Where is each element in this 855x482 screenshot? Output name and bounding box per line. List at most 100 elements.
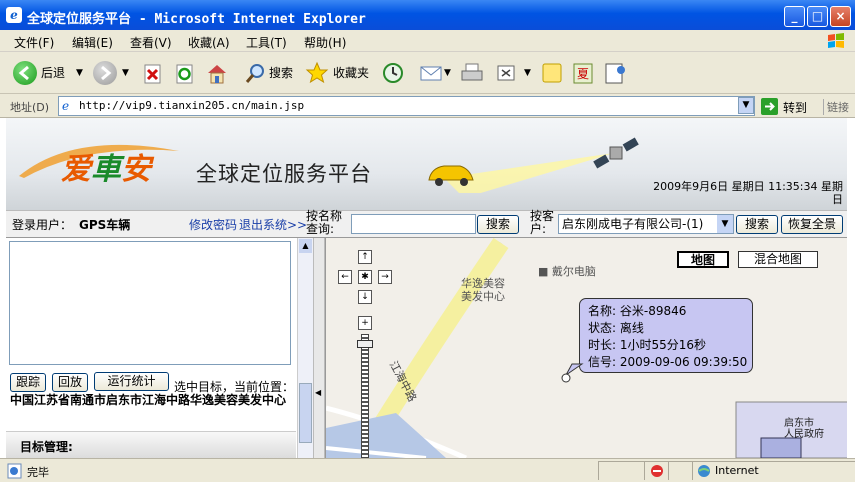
- menu-tools[interactable]: 工具(T): [246, 34, 287, 51]
- pan-down-icon[interactable]: ↓: [358, 290, 372, 304]
- brand-logo: 爱車安: [61, 152, 151, 187]
- search-name-button[interactable]: 搜索: [477, 215, 519, 234]
- research-icon[interactable]: 夏: [571, 61, 595, 85]
- back-arrow-icon[interactable]: [13, 61, 37, 85]
- close-button[interactable]: ×: [830, 6, 851, 27]
- menu-favorites[interactable]: 收藏(A): [188, 34, 230, 51]
- status-bar: 完毕 Internet: [0, 458, 855, 482]
- menu-view[interactable]: 查看(V): [130, 34, 172, 51]
- track-button[interactable]: 跟踪: [10, 373, 46, 392]
- scroll-up-icon[interactable]: ▲: [299, 239, 312, 253]
- favorites-button[interactable]: 收藏夹: [333, 60, 369, 86]
- popup-name: 名称: 谷米-89846: [588, 304, 687, 318]
- search-name-input[interactable]: [351, 214, 476, 234]
- login-user-name: GPS车辆: [79, 218, 131, 232]
- pan-left-icon[interactable]: ←: [338, 270, 352, 284]
- status-segment: [668, 461, 692, 480]
- mail-icon[interactable]: [419, 63, 443, 83]
- home-icon[interactable]: [205, 62, 229, 84]
- windows-flag-icon: [828, 33, 844, 48]
- status-segment: [598, 461, 644, 480]
- hybrid-map-button[interactable]: 混合地图: [738, 251, 818, 268]
- standard-toolbar: 后退 ▼ ▼ 搜索 收藏夹 ▼ ▼ 夏: [0, 52, 855, 94]
- search-customer-button[interactable]: 搜索: [736, 215, 778, 234]
- map-view[interactable]: 华逸美容 美发中心 ■ 戴尔电脑 江海中路 启东市 人民政府 ↑ ← ✱ → ↓ +…: [325, 238, 847, 458]
- page-content: 爱車安 全球定位服务平台 2009年9月6日 星期日 11:35:34 星期 日…: [0, 118, 855, 458]
- window-title-bar: e 全球定位服务平台 - Microsoft Internet Explorer…: [0, 0, 855, 30]
- stats-button[interactable]: 运行统计: [94, 372, 169, 391]
- maximize-button[interactable]: □: [807, 6, 828, 27]
- scroll-thumb[interactable]: [299, 383, 312, 443]
- search-name-label: 按名称 查询:: [306, 209, 343, 236]
- favorites-star-icon[interactable]: [305, 61, 329, 85]
- logout-link[interactable]: 退出系统>>: [239, 216, 307, 233]
- svg-text:夏: 夏: [577, 67, 589, 81]
- menu-file[interactable]: 文件(F): [14, 34, 54, 51]
- edit-icon[interactable]: [496, 63, 516, 83]
- pan-up-icon[interactable]: ↑: [358, 250, 372, 264]
- zoom-slider[interactable]: [361, 334, 369, 458]
- back-dropdown-icon[interactable]: ▼: [76, 60, 83, 86]
- customer-select[interactable]: 启东刚成电子有限公司-(1) ▼: [558, 214, 734, 234]
- target-management-header: 目标管理:: [6, 431, 296, 458]
- map-mode-button[interactable]: 地图: [677, 251, 729, 268]
- forward-arrow-icon[interactable]: [93, 61, 117, 85]
- menu-edit[interactable]: 编辑(E): [72, 34, 113, 51]
- popup-blocker-segment: [644, 461, 668, 480]
- history-icon[interactable]: [381, 61, 405, 85]
- left-panel: 跟踪 回放 运行统计 选中目标，当前位置： 中国江苏省南通市启东市江海中路华逸美…: [6, 238, 296, 458]
- discuss-icon[interactable]: [541, 62, 563, 84]
- go-button[interactable]: 转到: [783, 99, 807, 116]
- playback-button[interactable]: 回放: [52, 373, 88, 392]
- page-icon: e: [62, 99, 70, 113]
- customer-dropdown-icon[interactable]: ▼: [717, 215, 733, 233]
- status-text: 完毕: [27, 466, 49, 479]
- search-button[interactable]: 搜索: [269, 60, 293, 86]
- window-title: 全球定位服务平台 - Microsoft Internet Explorer: [27, 12, 366, 27]
- popup-signal: 信号: 2009-09-06 09:39:50: [588, 355, 748, 369]
- platform-title: 全球定位服务平台: [196, 162, 372, 186]
- minimize-button[interactable]: _: [784, 6, 805, 27]
- change-password-link[interactable]: 修改密码: [189, 216, 237, 233]
- forward-dropdown-icon[interactable]: ▼: [122, 60, 129, 86]
- current-location-text: 中国江苏省南通市启东市江海中路华逸美容美发中心: [10, 393, 287, 407]
- search-customer-label: 按客 户:: [530, 209, 555, 236]
- address-dropdown-icon[interactable]: ▼: [738, 97, 754, 114]
- page-done-icon: [7, 463, 22, 479]
- panel-splitter[interactable]: ◀: [313, 238, 325, 458]
- login-user-label: 登录用户：: [12, 218, 73, 232]
- header-banner: 爱車安 全球定位服务平台 2009年9月6日 星期日 11:35:34 星期 日: [6, 118, 847, 210]
- security-zone: Internet: [692, 461, 855, 480]
- vehicle-list[interactable]: [9, 241, 291, 365]
- pan-right-icon[interactable]: →: [378, 270, 392, 284]
- go-arrow-icon[interactable]: [761, 98, 778, 115]
- refresh-icon[interactable]: [175, 64, 195, 84]
- collapse-arrow-icon[interactable]: ◀: [315, 388, 321, 397]
- print-icon[interactable]: [459, 62, 485, 84]
- stop-icon[interactable]: [143, 64, 163, 84]
- zoom-in-icon[interactable]: +: [358, 316, 372, 330]
- edit-dropdown-icon[interactable]: ▼: [524, 60, 531, 86]
- popup-duration: 时长: 1小时55分16秒: [588, 338, 707, 352]
- address-label: 地址(D): [10, 101, 50, 114]
- messenger-icon[interactable]: [603, 61, 627, 85]
- address-bar: 地址(D) e http://vip9.tianxin205.cn/main.j…: [0, 94, 855, 118]
- mail-dropdown-icon[interactable]: ▼: [444, 60, 451, 86]
- vehicle-info-popup: 名称: 谷米-89846 状态: 离线 时长: 1小时55分16秒 信号: 20…: [579, 298, 753, 373]
- menu-help[interactable]: 帮助(H): [304, 34, 346, 51]
- zoom-slider-thumb[interactable]: [357, 340, 373, 348]
- pan-center-icon[interactable]: ✱: [358, 270, 372, 284]
- links-button[interactable]: 链接: [823, 99, 849, 115]
- ie-icon: e: [6, 7, 22, 23]
- address-url: http://vip9.tianxin205.cn/main.jsp: [79, 99, 305, 112]
- poi-dell: ■ 戴尔电脑: [538, 265, 596, 278]
- info-search-bar: 登录用户： GPS车辆 修改密码 退出系统>> 按名称 查询: 搜索 按客 户: 启…: [6, 210, 847, 238]
- zone-label: Internet: [715, 464, 759, 477]
- restore-view-button[interactable]: 恢复全景: [781, 215, 843, 234]
- address-input[interactable]: e http://vip9.tianxin205.cn/main.jsp: [58, 96, 755, 116]
- left-scrollbar[interactable]: ▲: [297, 238, 313, 458]
- search-icon[interactable]: [245, 62, 267, 84]
- back-button[interactable]: 后退: [41, 60, 65, 86]
- popup-blocked-icon[interactable]: [649, 464, 665, 478]
- internet-globe-icon: [698, 465, 710, 477]
